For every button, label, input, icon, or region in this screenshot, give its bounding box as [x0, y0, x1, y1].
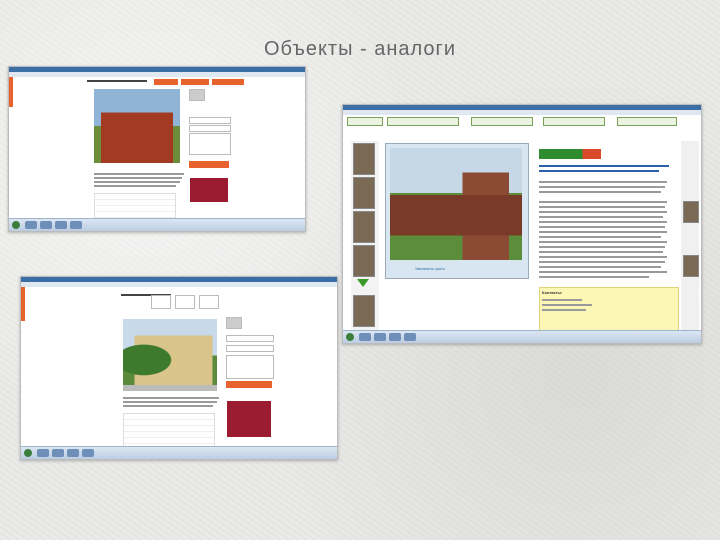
listing-title-line [539, 165, 669, 167]
screenshot-listing-3: Увеличить фото Контакты: [342, 104, 702, 344]
site-header-bar [9, 77, 13, 107]
contact-line [542, 304, 592, 306]
description-line [539, 226, 665, 228]
description-line [94, 185, 176, 187]
house-photo[interactable] [123, 319, 217, 385]
contact-line [542, 299, 582, 301]
description-line [539, 251, 663, 253]
description-line [539, 181, 667, 183]
description-line [539, 271, 667, 273]
photo-thumbnails-strip[interactable] [123, 385, 217, 391]
description-line [539, 216, 663, 218]
send-button[interactable] [226, 381, 272, 388]
listing-title-line [539, 170, 659, 172]
description-line [94, 181, 180, 183]
scroll-down-arrow-icon[interactable] [357, 279, 369, 287]
screenshot-listing-2 [20, 276, 338, 460]
description-line [123, 405, 213, 407]
description-line [539, 231, 667, 233]
seller-avatar [189, 89, 205, 101]
taskbar-app-icon[interactable] [67, 449, 79, 457]
description-line [539, 241, 667, 243]
description-line [539, 206, 665, 208]
description-line [539, 256, 667, 258]
photo-thumbnail[interactable] [353, 177, 375, 209]
specs-table [123, 413, 215, 449]
taskbar-app-icon[interactable] [55, 221, 67, 229]
contact-name-field[interactable] [189, 117, 231, 124]
price-block [190, 178, 228, 202]
taskbar-app-icon[interactable] [37, 449, 49, 457]
start-button-icon[interactable] [12, 221, 20, 229]
photo-thumbnail[interactable] [353, 245, 375, 277]
listing-title-line [87, 80, 147, 82]
tab-map[interactable] [181, 79, 209, 85]
contact-line [542, 309, 586, 311]
contacts-heading: Контакты: [542, 290, 563, 295]
nav-button[interactable] [471, 117, 533, 126]
browser-urlbar [343, 110, 701, 115]
contact-message-field[interactable] [226, 355, 274, 379]
description-line [539, 186, 665, 188]
house-photo[interactable] [390, 148, 522, 260]
windows-taskbar [9, 218, 305, 231]
contact-phone-field[interactable] [189, 125, 231, 132]
seller-avatar [226, 317, 242, 329]
tab-contact[interactable] [212, 79, 244, 85]
description-line [123, 401, 217, 403]
stat-box [151, 295, 171, 309]
description-line [539, 276, 649, 278]
right-sidebar [681, 141, 699, 331]
contact-name-field[interactable] [226, 335, 274, 342]
description-line [539, 191, 661, 193]
start-button-icon[interactable] [24, 449, 32, 457]
nav-button[interactable] [347, 117, 383, 126]
description-line [539, 246, 665, 248]
taskbar-app-icon[interactable] [374, 333, 386, 341]
nav-button[interactable] [543, 117, 605, 126]
taskbar-app-icon[interactable] [359, 333, 371, 341]
windows-taskbar [21, 446, 337, 459]
description-line [539, 201, 667, 203]
tab-photos[interactable] [154, 79, 178, 85]
stat-box [199, 295, 219, 309]
taskbar-app-icon[interactable] [404, 333, 416, 341]
photo-thumbnail[interactable] [353, 295, 375, 327]
contact-phone-field[interactable] [226, 345, 274, 352]
description-line [539, 211, 667, 213]
description-line [94, 173, 184, 175]
site-header-bar [21, 287, 25, 321]
windows-taskbar [343, 330, 701, 343]
browser-urlbar [9, 72, 305, 77]
description-line [123, 397, 219, 399]
house-photo[interactable] [94, 89, 180, 163]
sidebar-ad-thumb[interactable] [683, 201, 699, 223]
nav-button[interactable] [387, 117, 459, 126]
description-line [539, 236, 661, 238]
nav-button[interactable] [617, 117, 677, 126]
description-line [539, 266, 661, 268]
taskbar-app-icon[interactable] [82, 449, 94, 457]
screenshot-listing-1 [8, 66, 306, 232]
taskbar-app-icon[interactable] [40, 221, 52, 229]
sidebar-ad-thumb[interactable] [683, 255, 699, 277]
browser-urlbar [21, 282, 337, 287]
description-line [94, 177, 182, 179]
send-button[interactable] [189, 161, 229, 168]
photo-thumbnail[interactable] [353, 143, 375, 175]
price-block [227, 401, 271, 437]
site-logo [539, 149, 601, 159]
taskbar-app-icon[interactable] [70, 221, 82, 229]
description-line [539, 261, 665, 263]
taskbar-app-icon[interactable] [389, 333, 401, 341]
start-button-icon[interactable] [346, 333, 354, 341]
contact-message-field[interactable] [189, 133, 231, 155]
taskbar-app-icon[interactable] [52, 449, 64, 457]
taskbar-app-icon[interactable] [25, 221, 37, 229]
photo-thumbnail[interactable] [353, 211, 375, 243]
stat-box [175, 295, 195, 309]
slide-title: Объекты - аналоги [263, 38, 457, 60]
enlarge-photo-link[interactable]: Увеличить фото [415, 266, 445, 271]
description-line [539, 221, 667, 223]
